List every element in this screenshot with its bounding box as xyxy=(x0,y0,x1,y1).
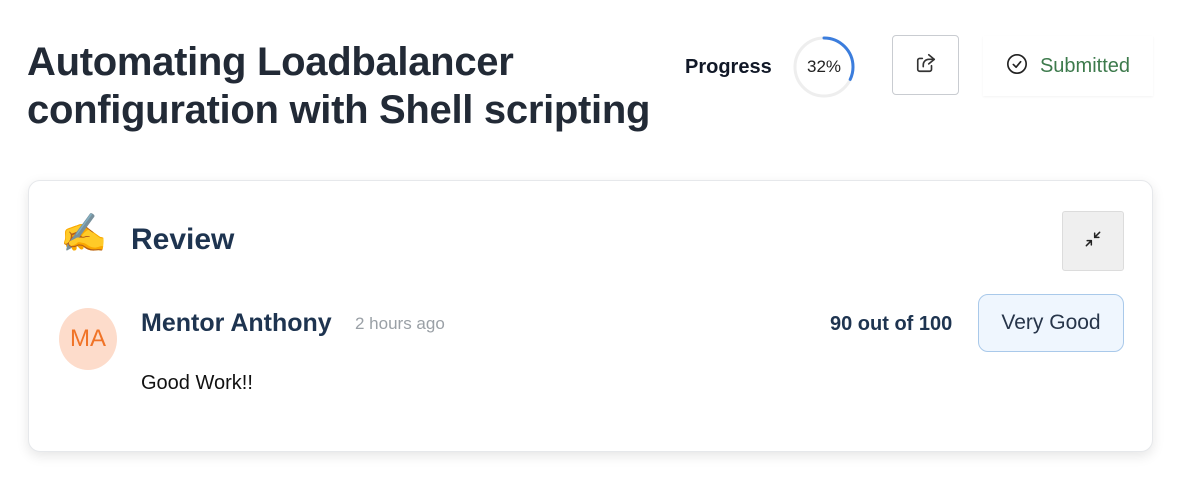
reviewer-name: Mentor Anthony xyxy=(141,309,332,337)
check-circle-icon xyxy=(1006,53,1028,80)
progress-label: Progress xyxy=(685,56,772,78)
share-icon xyxy=(915,52,937,79)
review-card: ✍️ Review MA Mentor Anthony 2 hours ago … xyxy=(28,180,1153,452)
collapse-button[interactable] xyxy=(1062,211,1124,271)
review-comment: Good Work!! xyxy=(141,372,253,394)
share-button[interactable] xyxy=(892,35,959,95)
page-title-line-2: configuration with Shell scripting xyxy=(27,88,651,132)
collapse-icon xyxy=(1083,229,1103,254)
review-score: 90 out of 100 xyxy=(830,313,953,335)
page-title: Automating Loadbalancer configuration wi… xyxy=(27,38,677,134)
writing-hand-icon: ✍️ xyxy=(60,213,108,255)
submission-status: Submitted xyxy=(983,36,1153,96)
progress-value: 32% xyxy=(806,57,842,76)
status-text: Submitted xyxy=(1039,54,1131,77)
progress-ring: 32% xyxy=(792,35,856,99)
review-timestamp: 2 hours ago xyxy=(355,314,445,333)
page-title-line-1: Automating Loadbalancer xyxy=(27,40,514,84)
review-title: Review xyxy=(131,223,235,256)
rating-badge: Very Good xyxy=(978,294,1124,352)
avatar: MA xyxy=(59,308,117,370)
